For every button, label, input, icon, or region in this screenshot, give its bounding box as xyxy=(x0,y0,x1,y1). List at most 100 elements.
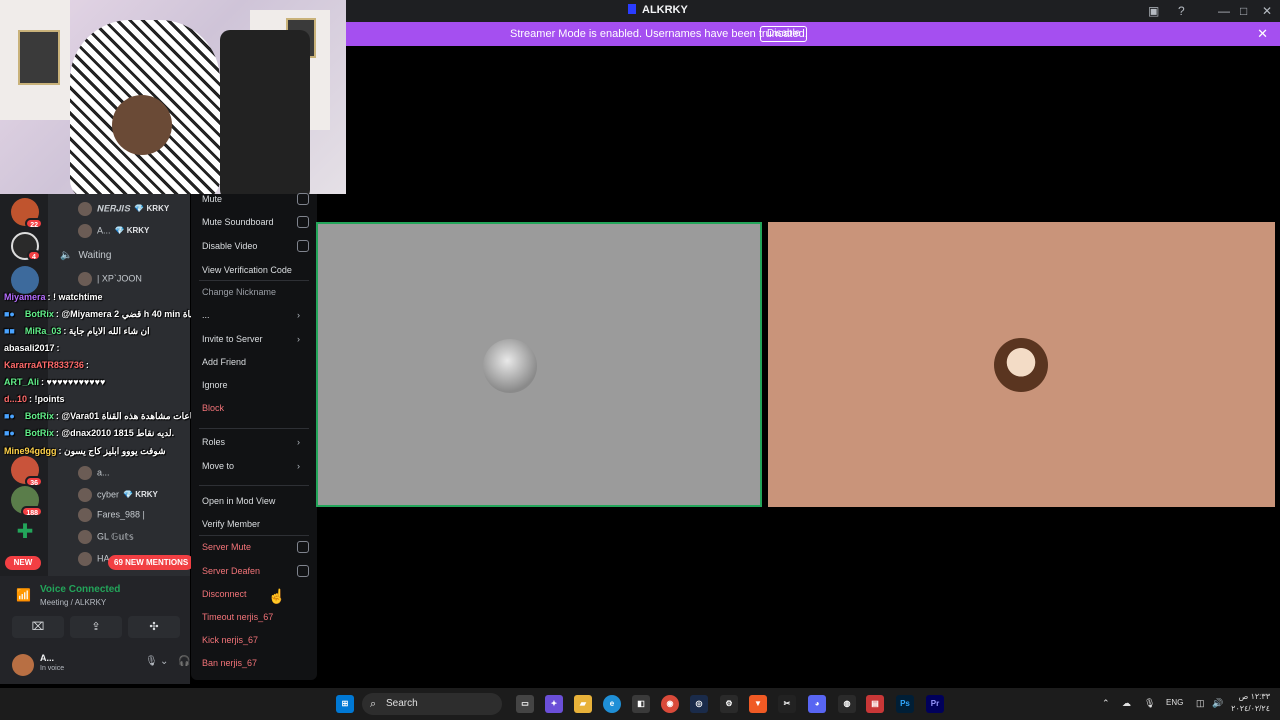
checkbox[interactable] xyxy=(297,240,309,252)
menu-item-open-mod-view[interactable]: Open in Mod View xyxy=(202,496,275,506)
menu-item-roles[interactable]: Roles › xyxy=(202,437,300,447)
window-title: ALKRKY xyxy=(628,4,688,16)
award-plaque xyxy=(18,30,60,85)
menu-item-server-mute[interactable]: Server Mute xyxy=(202,541,309,553)
role-tag: 💎 KRKY xyxy=(114,226,150,236)
new-mentions-pill[interactable]: 69 NEW MENTIONS xyxy=(108,555,195,570)
participant-avatar[interactable] xyxy=(994,338,1048,392)
menu-item-block[interactable]: Block xyxy=(202,403,224,413)
menu-item-server-deafen[interactable]: Server Deafen xyxy=(202,565,309,577)
menu-item-invite-to-server[interactable]: Invite to Server › xyxy=(202,334,300,344)
voice-user[interactable]: Fares_988 | xyxy=(78,508,145,526)
voice-connected-label[interactable]: Voice Connected xyxy=(40,584,120,595)
app-icon[interactable]: ▤ xyxy=(866,695,884,713)
language-indicator[interactable]: ENG xyxy=(1166,698,1183,707)
photoshop-icon[interactable]: Ps xyxy=(896,695,914,713)
role-tag: 💎 KRKY xyxy=(123,490,158,500)
store-icon[interactable]: ◧ xyxy=(632,695,650,713)
server-icon[interactable]: 36 xyxy=(11,456,43,487)
activities-button[interactable]: ✣ xyxy=(128,616,180,638)
menu-item-mute[interactable]: Mute xyxy=(202,193,309,205)
server-icon[interactable] xyxy=(11,266,39,294)
menu-item-change-nickname[interactable]: Change Nickname xyxy=(202,287,276,297)
user-status: In voice xyxy=(40,665,65,672)
clock-time[interactable]: ١٢:٣٣ ص xyxy=(1236,692,1270,701)
headphones-icon[interactable]: 🎧 xyxy=(178,656,190,667)
capcut-icon[interactable]: ✂ xyxy=(778,695,796,713)
file-explorer-icon[interactable]: ▰ xyxy=(574,695,592,713)
task-view-icon[interactable]: ▭ xyxy=(516,695,534,713)
app-icon[interactable]: ◍ xyxy=(838,695,856,713)
video-tile-speaking[interactable] xyxy=(316,222,762,507)
start-icon[interactable]: ⊞ xyxy=(336,695,354,713)
voice-user[interactable]: 𝑵𝑬𝑹𝑱𝑰𝑺 💎 KRKY xyxy=(78,202,169,220)
checkbox[interactable] xyxy=(297,565,309,577)
menu-item-add-friend[interactable]: Add Friend xyxy=(202,357,246,367)
chrome-icon[interactable]: ◉ xyxy=(661,695,679,713)
help-icon[interactable]: ? xyxy=(1178,4,1185,18)
discord-icon[interactable]: ◕ xyxy=(808,695,826,713)
minimize-icon[interactable]: — xyxy=(1218,4,1230,18)
menu-item-verify-member[interactable]: Verify Member xyxy=(202,519,260,529)
server-icon[interactable]: 4 xyxy=(11,232,41,261)
cloud-icon[interactable]: ☁ xyxy=(1122,698,1131,709)
new-servers-badge[interactable]: NEW xyxy=(5,556,41,570)
menu-item-move-to[interactable]: Move to › xyxy=(202,461,300,471)
chevron-down-icon[interactable]: ⌄ xyxy=(160,656,168,667)
menu-item-ban[interactable]: Ban nerjis_67 xyxy=(202,658,257,668)
role-tag-text: KRKY xyxy=(146,204,170,214)
close-window-icon[interactable]: ✕ xyxy=(1262,4,1272,18)
disable-streamer-button[interactable]: Disable xyxy=(760,26,808,42)
gaming-chair xyxy=(220,30,310,194)
menu-item-label: Block xyxy=(202,403,225,413)
close-icon[interactable]: ✕ xyxy=(1257,26,1268,42)
menu-item-disconnect[interactable]: Disconnect xyxy=(202,589,247,599)
inbox-icon[interactable]: ▣ xyxy=(1148,4,1159,18)
microphone-icon[interactable]: 🎙 xyxy=(145,656,158,667)
volume-icon[interactable]: 🔊 xyxy=(1212,698,1223,709)
wifi-icon[interactable]: ◫ xyxy=(1196,698,1205,709)
brave-icon[interactable]: ▼ xyxy=(749,695,767,713)
waiting-channel[interactable]: 🔈 Waiting xyxy=(60,250,111,268)
menu-item-mute-soundboard[interactable]: Mute Soundboard xyxy=(202,216,309,228)
voice-user[interactable]: a... xyxy=(78,466,110,484)
taskbar-search[interactable]: ⌕ Search xyxy=(362,693,502,715)
chat-username: BotRix xyxy=(24,428,54,438)
chevron-up-icon[interactable]: ⌃ xyxy=(1102,698,1110,709)
signal-icon[interactable]: 📶 xyxy=(16,588,31,602)
camera-off-button[interactable]: ⌧ xyxy=(12,616,64,638)
clock-date[interactable]: ٢٠٢٤/٠٢/٢٤ xyxy=(1228,704,1270,713)
avatar[interactable] xyxy=(12,654,34,676)
voice-user[interactable]: A... 💎 KRKY xyxy=(78,224,149,242)
settings-icon[interactable]: ⚙ xyxy=(720,695,738,713)
premiere-icon[interactable]: Pr xyxy=(926,695,944,713)
voice-channel-name[interactable]: Meeting / ALKRKY xyxy=(40,598,106,607)
explore-servers-icon[interactable]: ✚ xyxy=(11,518,39,546)
menu-item-disable-video[interactable]: Disable Video xyxy=(202,240,309,252)
share-screen-button[interactable]: ⇪ xyxy=(70,616,122,638)
video-tile[interactable] xyxy=(768,222,1275,507)
checkbox[interactable] xyxy=(297,541,309,553)
server-icon[interactable]: 22 xyxy=(11,198,43,229)
copilot-icon[interactable]: ✦ xyxy=(545,695,563,713)
voice-user[interactable]: GL 𝔾𝕦𝕥𝕤 xyxy=(78,530,134,548)
participant-avatar[interactable] xyxy=(483,339,537,393)
menu-item-ignore[interactable]: Ignore xyxy=(202,380,228,390)
checkbox[interactable] xyxy=(297,193,309,205)
voice-user[interactable]: | XP`JOON xyxy=(78,272,142,290)
edge-icon[interactable]: e xyxy=(603,695,621,713)
maximize-icon[interactable]: □ xyxy=(1240,4,1247,18)
bot-badge-icon: ■● xyxy=(4,411,15,421)
menu-item-kick[interactable]: Kick nerjis_67 xyxy=(202,635,258,645)
voice-user[interactable]: cyber 💎 KRKY xyxy=(78,488,158,506)
avatar xyxy=(78,272,92,286)
menu-item-label: Server Mute xyxy=(202,542,252,552)
microphone-tray-icon[interactable]: 🎙 xyxy=(1144,698,1155,709)
server-icon[interactable]: 188 xyxy=(11,486,43,517)
checkbox[interactable] xyxy=(297,216,309,228)
menu-item-label: Roles xyxy=(202,437,226,447)
menu-item-timeout[interactable]: Timeout nerjis_67 xyxy=(202,612,273,622)
steam-icon[interactable]: ◎ xyxy=(690,695,708,713)
menu-item-apps[interactable]: ... › xyxy=(202,310,300,320)
menu-item-view-verification-code[interactable]: View Verification Code xyxy=(202,265,292,275)
